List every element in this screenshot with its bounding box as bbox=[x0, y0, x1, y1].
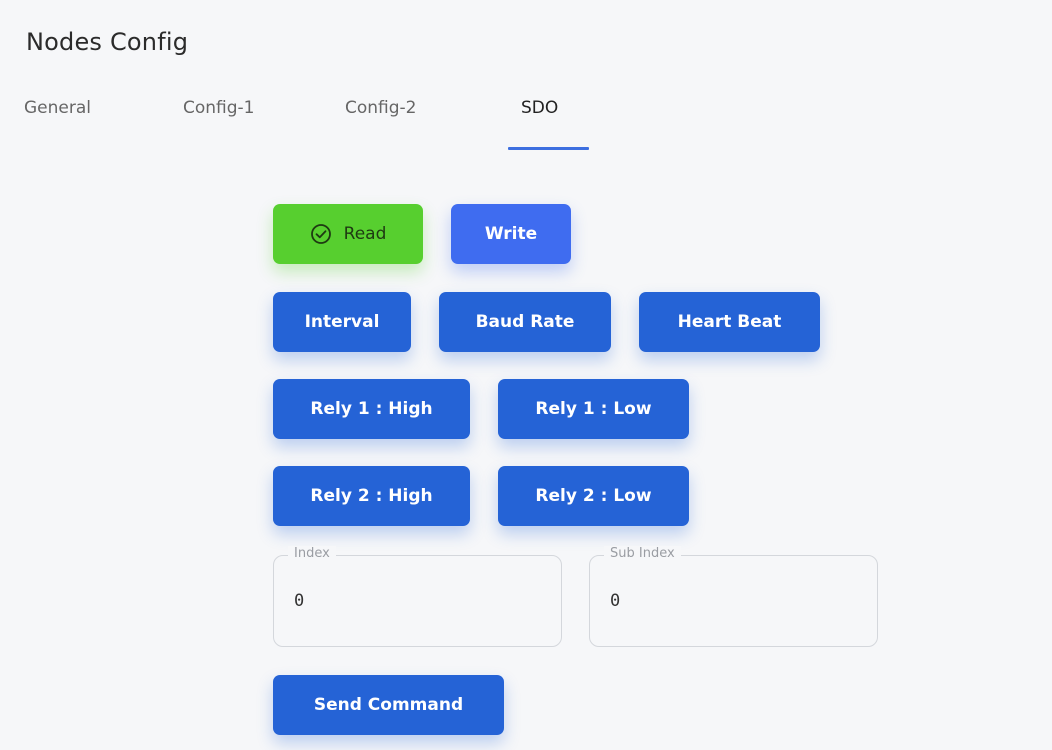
tab-config-1[interactable]: Config-1 bbox=[183, 98, 255, 118]
heart-beat-button[interactable]: Heart Beat bbox=[639, 292, 820, 352]
interval-button[interactable]: Interval bbox=[273, 292, 411, 352]
sub-index-field: Sub Index bbox=[589, 546, 878, 647]
send-command-button[interactable]: Send Command bbox=[273, 675, 504, 735]
write-button[interactable]: Write bbox=[451, 204, 571, 264]
check-circle-icon bbox=[310, 223, 332, 245]
page-title: Nodes Config bbox=[26, 28, 189, 56]
rely-2-low-button[interactable]: Rely 2 : Low bbox=[498, 466, 689, 526]
baud-rate-button[interactable]: Baud Rate bbox=[439, 292, 611, 352]
rely-1-low-button[interactable]: Rely 1 : Low bbox=[498, 379, 689, 439]
index-input[interactable] bbox=[294, 586, 524, 616]
index-field-label: Index bbox=[288, 546, 336, 561]
tab-general[interactable]: General bbox=[24, 98, 91, 118]
rely-1-high-button[interactable]: Rely 1 : High bbox=[273, 379, 470, 439]
tab-sdo[interactable]: SDO bbox=[521, 98, 558, 118]
read-button-label: Read bbox=[343, 224, 387, 244]
sub-index-input[interactable] bbox=[610, 586, 840, 616]
tab-bar: General Config-1 Config-2 SDO bbox=[0, 92, 700, 152]
active-tab-indicator bbox=[508, 147, 589, 150]
rely-2-high-button[interactable]: Rely 2 : High bbox=[273, 466, 470, 526]
read-button[interactable]: Read bbox=[273, 204, 423, 264]
index-field: Index bbox=[273, 546, 562, 647]
sub-index-field-label: Sub Index bbox=[604, 546, 681, 561]
tab-config-2[interactable]: Config-2 bbox=[345, 98, 417, 118]
